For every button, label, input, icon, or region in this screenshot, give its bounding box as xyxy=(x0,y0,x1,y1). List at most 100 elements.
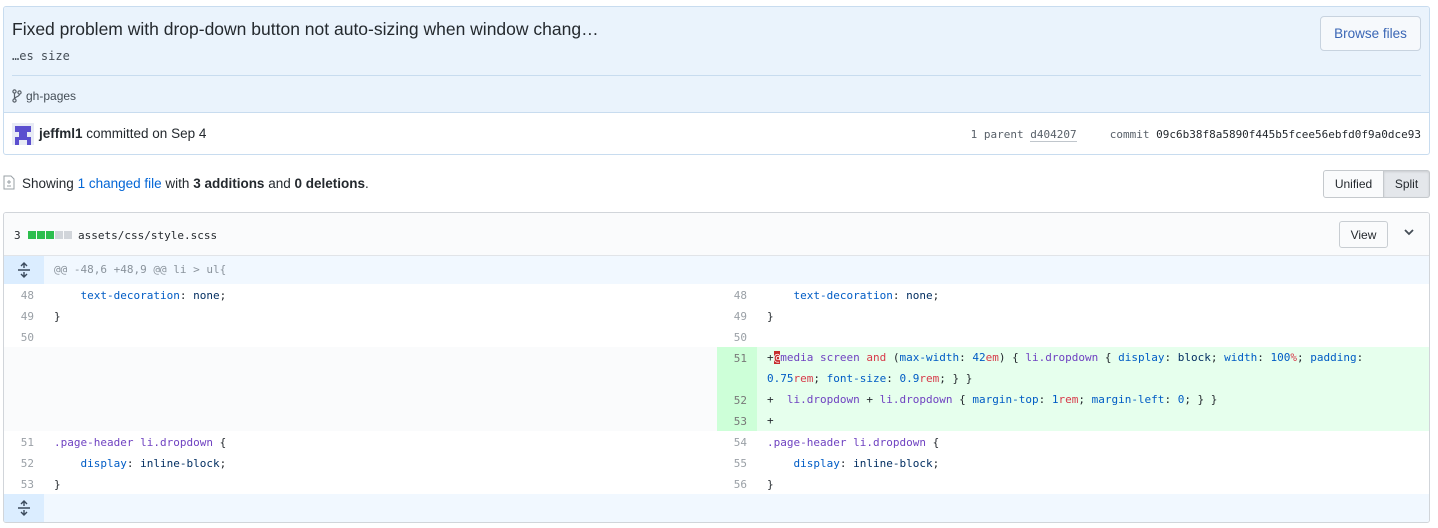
unified-view-button[interactable]: Unified xyxy=(1323,170,1384,198)
line-number[interactable] xyxy=(4,389,44,410)
line-number[interactable]: 50 xyxy=(717,326,757,347)
code-line: } xyxy=(767,310,774,323)
diffstat-block xyxy=(64,231,72,239)
deletions-count: 0 deletions xyxy=(294,176,366,191)
right-line: 55 display: inline-block; xyxy=(717,452,1429,473)
diffstat-block xyxy=(55,231,63,239)
code-line: + li.dropdown + li.dropdown { margin-top… xyxy=(757,389,1429,410)
right-line: 50 xyxy=(717,326,1429,347)
file-diff: 3 assets/css/style.scss View @@ -48,6 +4… xyxy=(3,212,1430,523)
expand-up-button[interactable] xyxy=(4,256,44,284)
diff-view-toggle: Unified Split xyxy=(1323,170,1430,198)
line-number[interactable]: 49 xyxy=(4,305,44,326)
diff-summary-text: Showing 1 changed file with 3 additions … xyxy=(22,176,369,191)
browse-files-button[interactable]: Browse files xyxy=(1320,16,1421,51)
left-line: 53} xyxy=(4,473,717,494)
line-number[interactable]: 48 xyxy=(717,284,757,305)
commit-label: commit xyxy=(1109,128,1150,141)
branch-indicator[interactable]: gh-pages xyxy=(12,89,76,103)
diffstat-block xyxy=(46,231,54,239)
commit-sha-info: 1 parent d404207 commit 09c6b38f8a5890f4… xyxy=(970,128,1421,142)
code-line: + xyxy=(757,410,1429,431)
view-file-button[interactable]: View xyxy=(1339,221,1388,248)
code-line: +@media screen and (max-width: 42em) { l… xyxy=(757,347,1429,389)
right-line: 52 + li.dropdown + li.dropdown { margin-t… xyxy=(717,389,1429,410)
commit-header: Fixed problem with drop-down button not … xyxy=(4,7,1429,113)
code-line: .page-header li.dropdown { xyxy=(767,436,940,449)
line-number[interactable]: 54 xyxy=(717,431,757,452)
with-label: with xyxy=(165,176,190,191)
branch-name: gh-pages xyxy=(26,89,77,103)
right-line: 53 + xyxy=(717,410,1429,431)
line-number[interactable]: 56 xyxy=(717,473,757,494)
line-number[interactable] xyxy=(4,410,44,431)
diff-row: 51 +@media screen and (max-width: 42em) {… xyxy=(4,347,1429,389)
split-view-button[interactable]: Split xyxy=(1384,170,1430,198)
diff-row: 52 display: inline-block; 55 display: inl… xyxy=(4,452,1429,473)
commit-description: …es size xyxy=(12,49,70,63)
expand-down-button[interactable] xyxy=(4,494,44,522)
diff-row: 53 + xyxy=(4,410,1429,431)
committed-text: committed on Sep 4 xyxy=(86,126,207,141)
line-number[interactable]: 50 xyxy=(4,326,44,347)
line-number[interactable]: 49 xyxy=(717,305,757,326)
code-line: .page-header li.dropdown { xyxy=(54,436,227,449)
change-count: 3 xyxy=(14,229,21,242)
left-line xyxy=(4,389,717,410)
line-number[interactable]: 53 xyxy=(4,473,44,494)
hunk-header-row: @@ -48,6 +48,9 @@ li > ul{ xyxy=(4,256,1429,284)
right-line: 49} xyxy=(717,305,1429,326)
line-number[interactable] xyxy=(4,347,44,389)
line-number[interactable]: 51 xyxy=(717,347,757,389)
code-line: text-decoration: none; xyxy=(793,289,940,302)
author-link[interactable]: jeffml1 xyxy=(39,126,83,141)
line-number[interactable]: 52 xyxy=(4,452,44,473)
right-line: 51 +@media screen and (max-width: 42em) {… xyxy=(717,347,1429,389)
line-number[interactable]: 52 xyxy=(717,389,757,410)
file-path[interactable]: assets/css/style.scss xyxy=(78,229,217,242)
code-line: } xyxy=(54,310,61,323)
avatar[interactable] xyxy=(12,123,34,145)
commit-author-line: jeffml1 committed on Sep 4 xyxy=(39,126,206,141)
diff-summary-bar: Showing 1 changed file with 3 additions … xyxy=(3,170,1430,198)
diffstat-block xyxy=(28,231,36,239)
right-line: 54 .page-header li.dropdown { xyxy=(717,431,1429,452)
left-line: 52 display: inline-block; xyxy=(4,452,717,473)
left-line: 51 .page-header li.dropdown { xyxy=(4,431,717,452)
additions-count: 3 additions xyxy=(193,176,265,191)
hunk-header: @@ -48,6 +48,9 @@ li > ul{ xyxy=(54,263,227,276)
line-number[interactable]: 51 xyxy=(4,431,44,452)
chevron-down-icon[interactable] xyxy=(1403,227,1415,237)
branch-icon xyxy=(12,89,22,103)
code-line: } xyxy=(54,478,61,491)
line-number[interactable]: 48 xyxy=(4,284,44,305)
line-number[interactable]: 53 xyxy=(717,410,757,431)
code-line xyxy=(44,389,717,410)
parent-label: 1 parent xyxy=(970,128,1024,141)
diff-row: 53} 56} xyxy=(4,473,1429,494)
diff-row: 48 text-decoration: none; 48 text-decorat… xyxy=(4,284,1429,305)
code-line xyxy=(44,347,717,389)
code-line xyxy=(44,410,717,431)
left-line: 48 text-decoration: none; xyxy=(4,284,717,305)
diff-row: 51 .page-header li.dropdown { 54 .page-head… xyxy=(4,431,1429,452)
file-diff-icon xyxy=(3,175,15,190)
diffstat-bar xyxy=(28,231,73,239)
code-line: text-decoration: none; xyxy=(80,289,227,302)
parent-sha-link[interactable]: d404207 xyxy=(1030,128,1077,142)
diff-row: 50 50 xyxy=(4,326,1429,347)
line-number[interactable]: 55 xyxy=(717,452,757,473)
code-line: display: inline-block; xyxy=(793,457,940,470)
right-line: 48 text-decoration: none; xyxy=(717,284,1429,305)
left-line xyxy=(4,410,717,431)
summary-period: . xyxy=(365,176,369,191)
and-label: and xyxy=(268,176,291,191)
commit-title: Fixed problem with drop-down button not … xyxy=(12,19,599,39)
unfold-icon xyxy=(18,500,30,516)
code-line: } xyxy=(767,478,774,491)
changed-files-link[interactable]: 1 changed file xyxy=(78,176,162,191)
diff-row: 49} 49} xyxy=(4,305,1429,326)
header-divider xyxy=(12,75,1421,76)
commit-sha: 09c6b38f8a5890f445b5fcee56ebfd0f9a0dce93 xyxy=(1156,128,1421,141)
